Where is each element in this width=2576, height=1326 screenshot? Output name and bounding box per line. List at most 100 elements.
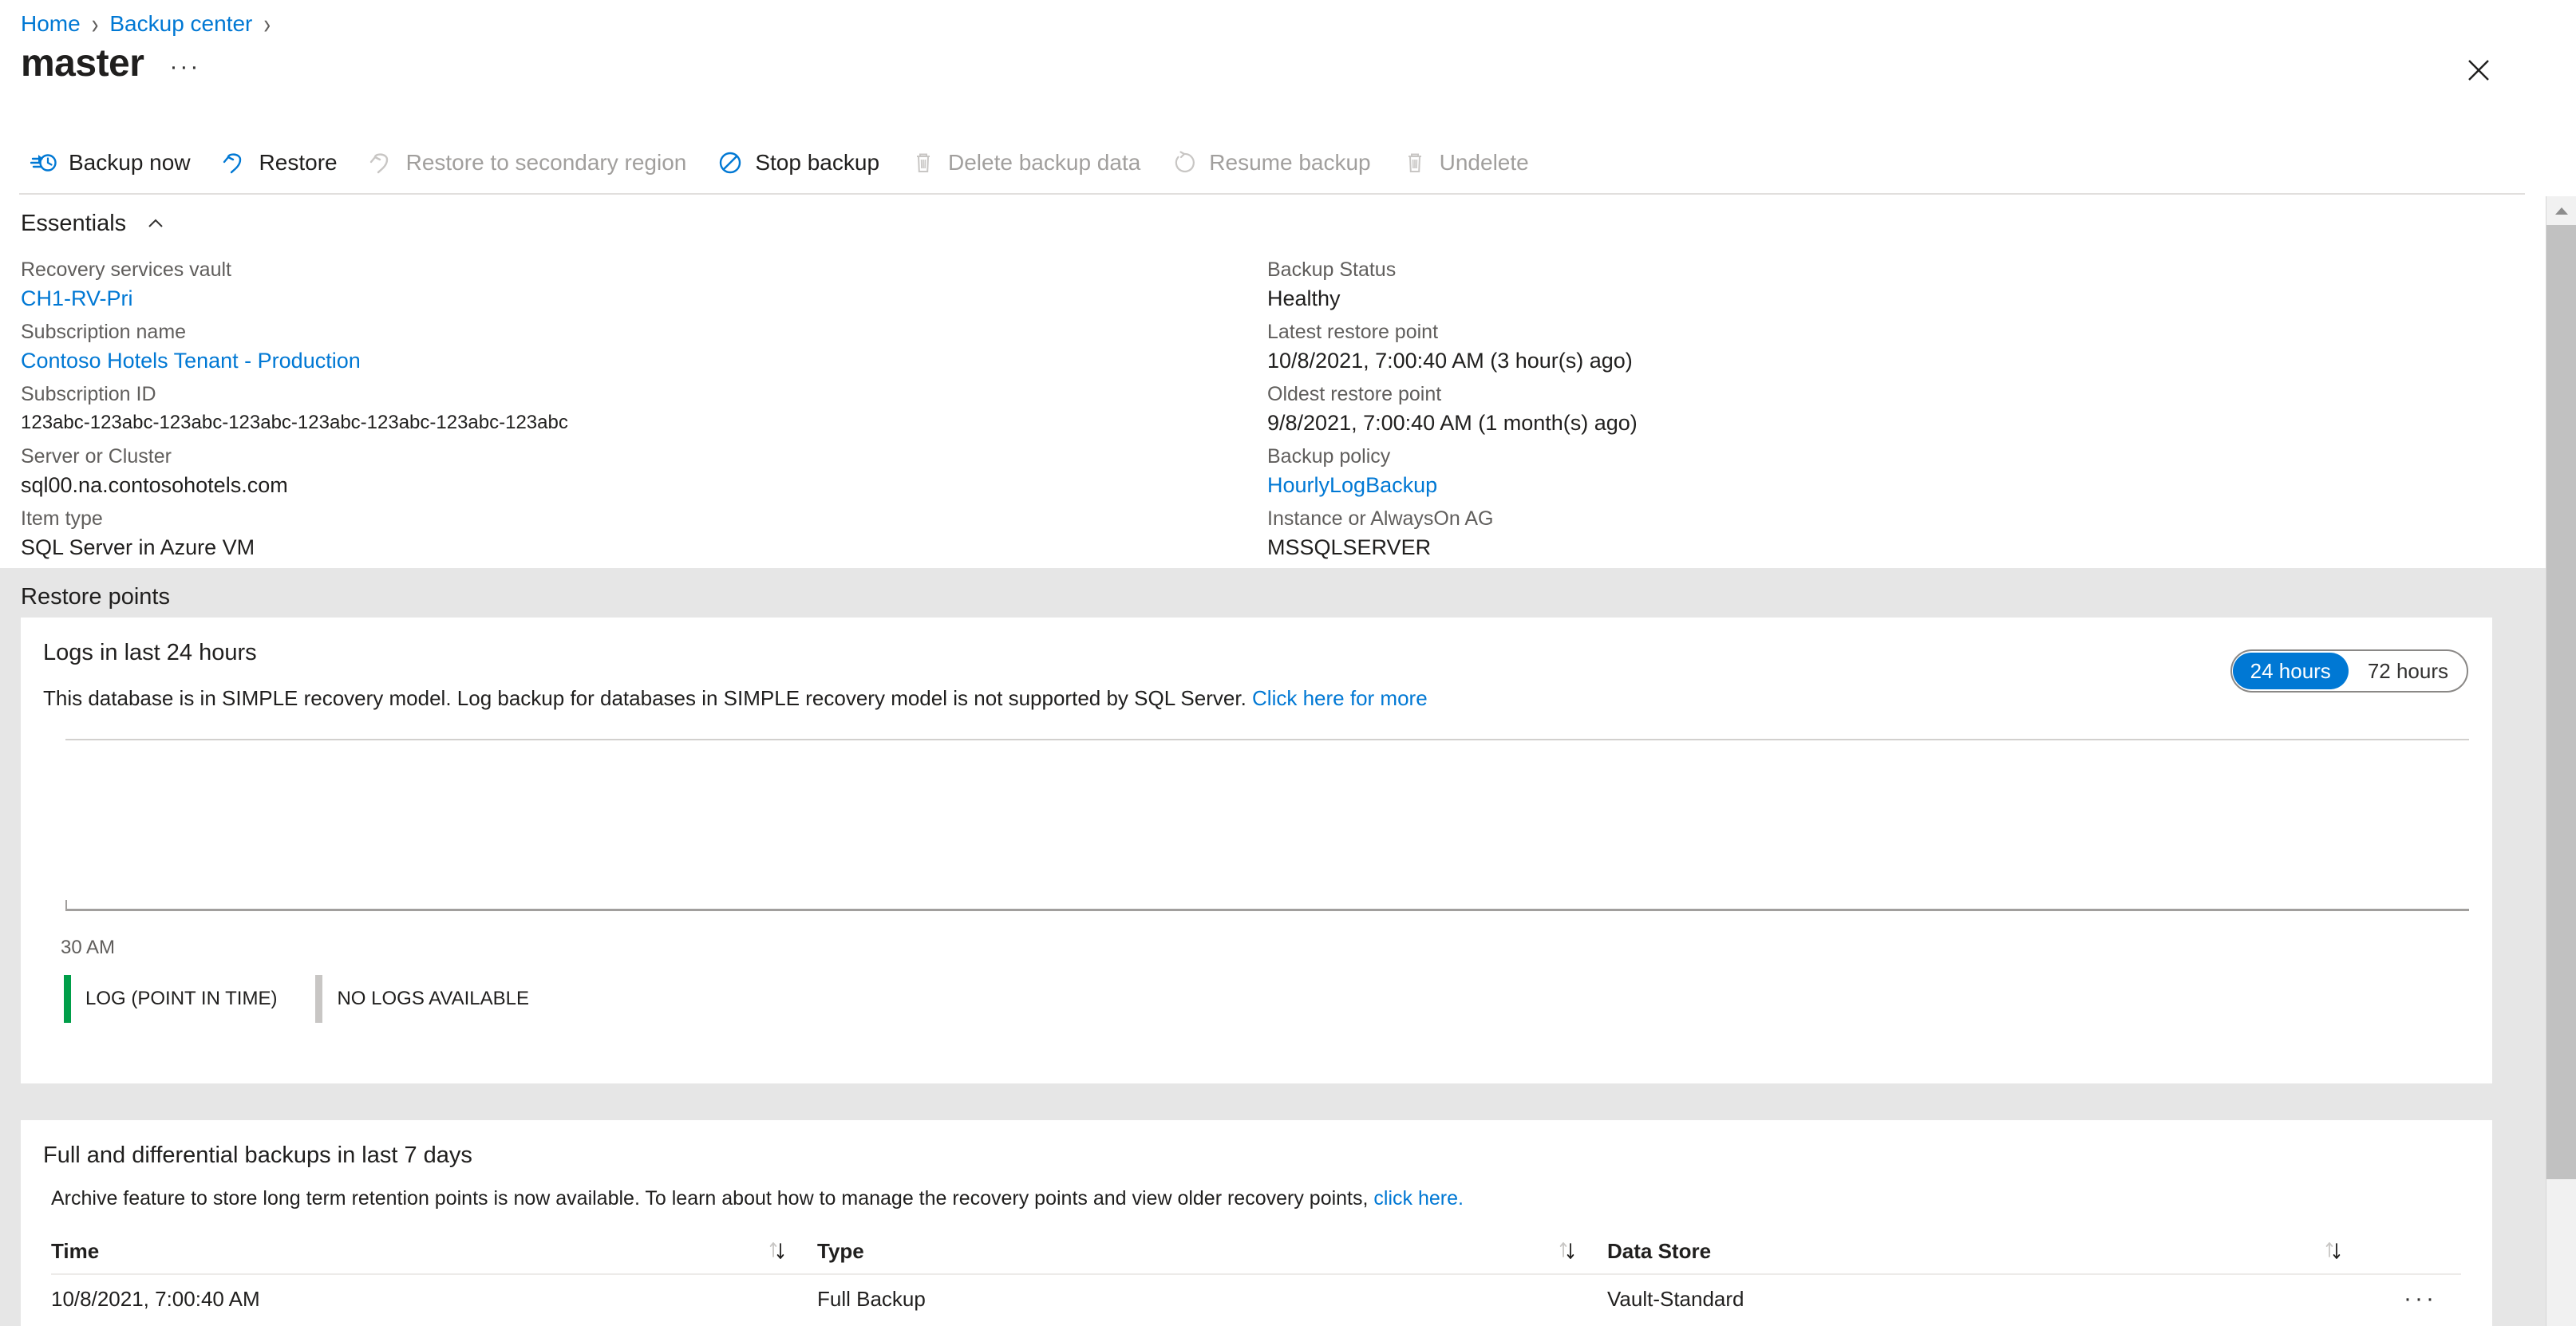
field-label: Subscription name bbox=[21, 321, 187, 343]
row-context-menu-icon[interactable]: ··· bbox=[2404, 1285, 2437, 1312]
field-value: 10/8/2021, 7:00:40 AM (3 hour(s) ago) bbox=[1267, 349, 1633, 373]
delete-backup-data-label: Delete backup data bbox=[948, 150, 1141, 175]
backups-note-link[interactable]: click here. bbox=[1373, 1187, 1464, 1210]
essentials-field-backup-status: Backup Status Healthy bbox=[1267, 255, 2522, 313]
scrollbar-thumb[interactable] bbox=[2546, 225, 2576, 1179]
trash-icon bbox=[1401, 149, 1428, 176]
delete-backup-data-button: Delete backup data bbox=[899, 140, 1152, 185]
field-value: 9/8/2021, 7:00:40 AM (1 month(s) ago) bbox=[1267, 411, 1638, 435]
backups-note-text: Archive feature to store long term reten… bbox=[51, 1187, 1374, 1210]
legend-item-log-point-in-time: LOG (POINT IN TIME) bbox=[64, 975, 277, 1023]
logs-note-link[interactable]: Click here for more bbox=[1252, 686, 1428, 710]
sort-icon[interactable] bbox=[1558, 1239, 1578, 1263]
field-label: Instance or AlwaysOn AG bbox=[1267, 507, 1494, 530]
undelete-button: Undelete bbox=[1390, 140, 1540, 185]
vertical-scrollbar[interactable] bbox=[2546, 196, 2576, 1326]
restore-button[interactable]: Restore bbox=[210, 140, 349, 185]
essentials-field-instance-or-alwayson-ag: Instance or AlwaysOn AG MSSQLSERVER bbox=[1267, 504, 2522, 562]
breadcrumb-item-home[interactable]: Home bbox=[21, 11, 81, 37]
restore-points-section: Restore points Logs in last 24 hours Thi… bbox=[0, 568, 2546, 1326]
restore-to-secondary-region-label: Restore to secondary region bbox=[405, 150, 687, 175]
backup-now-label: Backup now bbox=[69, 150, 191, 175]
restore-label: Restore bbox=[259, 150, 338, 175]
legend-label: NO LOGS AVAILABLE bbox=[337, 988, 530, 1009]
legend-swatch-gray bbox=[315, 975, 323, 1023]
logs-chart bbox=[65, 739, 2469, 930]
toggle-24-hours[interactable]: 24 hours bbox=[2232, 653, 2349, 689]
page-title: master bbox=[21, 42, 144, 85]
chart-x-tick-label: 30 AM bbox=[61, 937, 116, 958]
essentials-column-right: Backup Status Healthy Latest restore poi… bbox=[1261, 255, 2522, 566]
cell-data-store: Vault-Standard bbox=[1607, 1286, 1744, 1311]
field-label: Item type bbox=[21, 507, 103, 530]
backups-card-title: Full and differential backups in last 7 … bbox=[43, 1142, 472, 1168]
resume-backup-button: Resume backup bbox=[1160, 140, 1381, 185]
azure-backup-item-blade: Home › Backup center › master ··· Backup… bbox=[0, 0, 2576, 1326]
field-label: Oldest restore point bbox=[1267, 383, 1442, 405]
field-value: SQL Server in Azure VM bbox=[21, 535, 255, 559]
column-header-type[interactable]: Type bbox=[817, 1239, 1607, 1264]
restore-secondary-icon bbox=[368, 149, 395, 176]
backups-card-note: Archive feature to store long term reten… bbox=[51, 1187, 1464, 1210]
cell-time: 10/8/2021, 7:00:40 AM bbox=[51, 1286, 260, 1311]
essentials-field-server-or-cluster: Server or Cluster sql00.na.contosohotels… bbox=[21, 442, 1261, 499]
stop-backup-button[interactable]: Stop backup bbox=[705, 140, 891, 185]
chart-x-axis bbox=[65, 909, 2469, 911]
section-title-restore-points: Restore points bbox=[21, 584, 170, 610]
essentials-field-latest-restore-point: Latest restore point 10/8/2021, 7:00:40 … bbox=[1267, 318, 2522, 375]
essentials-field-subscription-name: Subscription name Contoso Hotels Tenant … bbox=[21, 318, 1261, 375]
trash-icon bbox=[910, 149, 937, 176]
field-value-link[interactable]: HourlyLogBackup bbox=[1267, 471, 2522, 499]
breadcrumb: Home › Backup center › bbox=[21, 7, 282, 40]
more-options-icon[interactable]: ··· bbox=[169, 53, 200, 81]
essentials-field-oldest-restore-point: Oldest restore point 9/8/2021, 7:00:40 A… bbox=[1267, 380, 2522, 437]
logs-card: Logs in last 24 hours This database is i… bbox=[21, 618, 2492, 1083]
sort-icon[interactable] bbox=[768, 1239, 788, 1263]
restore-icon bbox=[221, 149, 248, 176]
breadcrumb-item-backup-center[interactable]: Backup center bbox=[109, 11, 252, 37]
field-label: Subscription ID bbox=[21, 383, 156, 405]
field-value-link[interactable]: CH1-RV-Pri bbox=[21, 284, 1261, 313]
backup-now-icon bbox=[30, 149, 57, 176]
command-bar: Backup now Restore Restore to secondary … bbox=[19, 140, 1548, 185]
column-label: Time bbox=[51, 1238, 100, 1263]
essentials-field-item-type: Item type SQL Server in Azure VM bbox=[21, 504, 1261, 562]
cell-type: Full Backup bbox=[817, 1286, 926, 1311]
logs-card-note: This database is in SIMPLE recovery mode… bbox=[43, 686, 1428, 711]
field-label: Latest restore point bbox=[1267, 321, 1439, 343]
logs-note-text: This database is in SIMPLE recovery mode… bbox=[43, 686, 1253, 710]
resume-icon bbox=[1171, 149, 1198, 176]
restore-to-secondary-region-button: Restore to secondary region bbox=[357, 140, 698, 185]
field-value-link[interactable]: Contoso Hotels Tenant - Production bbox=[21, 346, 1261, 375]
chart-plot-area bbox=[65, 740, 2469, 911]
backups-card: Full and differential backups in last 7 … bbox=[21, 1120, 2492, 1326]
chart-x-axis-tick bbox=[65, 900, 67, 911]
column-label: Data Store bbox=[1607, 1238, 1712, 1263]
sort-icon[interactable] bbox=[2324, 1239, 2345, 1263]
table-header-row: Time Type Data Store bbox=[51, 1229, 2461, 1275]
legend-label: LOG (POINT IN TIME) bbox=[85, 988, 278, 1009]
chevron-up-icon bbox=[145, 214, 166, 235]
chart-legend: LOG (POINT IN TIME) NO LOGS AVAILABLE bbox=[64, 975, 567, 1023]
field-label: Backup Status bbox=[1267, 258, 1397, 281]
field-value: sql00.na.contosohotels.com bbox=[21, 473, 288, 497]
logs-card-title: Logs in last 24 hours bbox=[43, 640, 257, 665]
field-label: Backup policy bbox=[1267, 445, 1391, 468]
essentials-field-backup-policy: Backup policy HourlyLogBackup bbox=[1267, 442, 2522, 499]
toggle-72-hours[interactable]: 72 hours bbox=[2350, 653, 2466, 689]
legend-item-no-logs-available: NO LOGS AVAILABLE bbox=[315, 975, 529, 1023]
essentials-field-recovery-services-vault: Recovery services vault CH1-RV-Pri bbox=[21, 255, 1261, 313]
backup-now-button[interactable]: Backup now bbox=[19, 140, 202, 185]
column-header-data-store[interactable]: Data Store bbox=[1607, 1239, 2373, 1264]
essentials-toggle[interactable]: Essentials bbox=[21, 211, 166, 237]
table-row[interactable]: 10/8/2021, 7:00:40 AM Full Backup Vault-… bbox=[51, 1275, 2461, 1323]
essentials-label: Essentials bbox=[21, 211, 127, 236]
resume-backup-label: Resume backup bbox=[1209, 150, 1371, 175]
command-bar-divider bbox=[19, 193, 2525, 195]
title-row: master ··· bbox=[21, 45, 200, 83]
column-header-time[interactable]: Time bbox=[51, 1239, 817, 1264]
column-label: Type bbox=[817, 1238, 864, 1263]
close-icon[interactable] bbox=[2461, 53, 2496, 88]
scroll-up-arrow-icon[interactable] bbox=[2546, 196, 2576, 225]
essentials-field-subscription-id: Subscription ID 123abc-123abc-123abc-123… bbox=[21, 380, 1261, 437]
